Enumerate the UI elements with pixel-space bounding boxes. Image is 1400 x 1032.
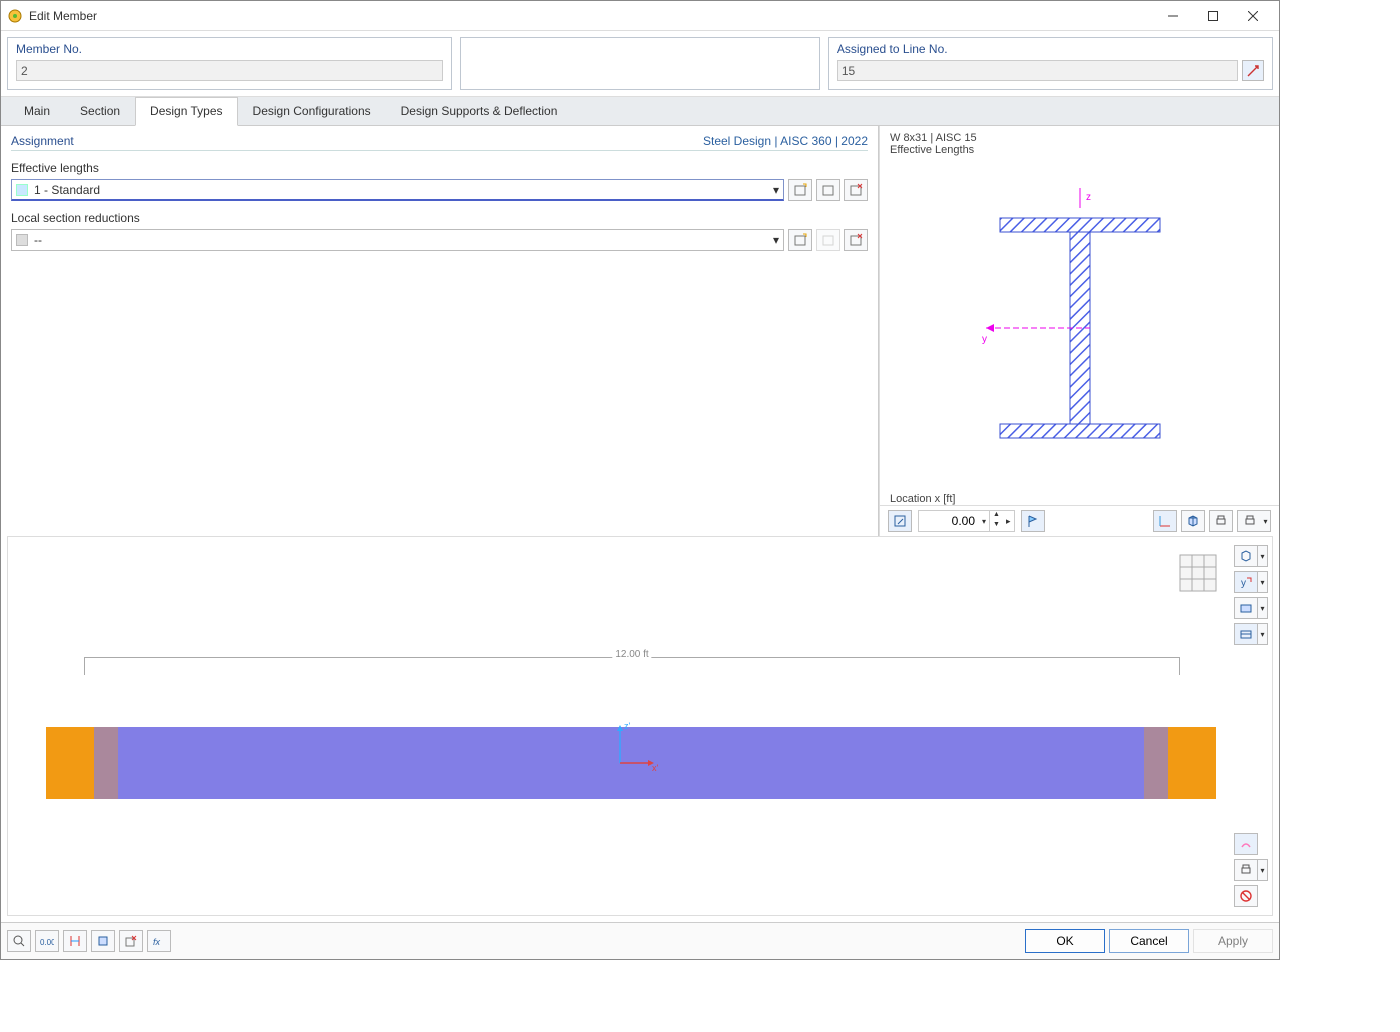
- local-section-edit-button: [816, 229, 840, 251]
- left-support-overlay: [94, 727, 122, 799]
- mv-tool-3-dd[interactable]: ▾: [1258, 597, 1268, 619]
- svg-text:x': x': [652, 763, 659, 773]
- eff-length-edit-button[interactable]: [816, 179, 840, 201]
- eff-length-swatch: [16, 184, 28, 196]
- right-support-overlay: [1140, 727, 1168, 799]
- tab-design-config[interactable]: Design Configurations: [238, 97, 386, 125]
- section-caption: Effective Lengths: [890, 144, 1269, 156]
- section-name: W 8x31 | AISC 15: [890, 132, 1269, 144]
- assignment-label: Assignment: [11, 134, 74, 148]
- local-section-value: --: [34, 233, 42, 247]
- location-pick-button[interactable]: [888, 510, 912, 532]
- minimize-button[interactable]: [1153, 2, 1193, 30]
- titlebar: Edit Member: [1, 1, 1279, 31]
- assigned-box: Assigned to Line No.: [828, 37, 1273, 90]
- right-panel: W 8x31 | AISC 15 Effective Lengths z y: [879, 126, 1279, 536]
- mv-bottom-reset[interactable]: [1234, 885, 1258, 907]
- header-fields: Member No. Assigned to Line No.: [1, 31, 1279, 97]
- assigned-label: Assigned to Line No.: [837, 42, 1264, 56]
- mv-tool-3[interactable]: [1234, 597, 1258, 619]
- member-no-label: Member No.: [16, 42, 443, 56]
- svg-text:fx: fx: [153, 937, 161, 947]
- window-title: Edit Member: [29, 9, 1153, 23]
- footer-tool-4[interactable]: [91, 930, 115, 952]
- location-flag-button[interactable]: [1021, 510, 1045, 532]
- footer-fx-button[interactable]: fx: [147, 930, 171, 952]
- eff-length-new-button[interactable]: [788, 179, 812, 201]
- maximize-button[interactable]: [1193, 2, 1233, 30]
- close-button[interactable]: [1233, 2, 1273, 30]
- left-panel: Assignment Steel Design | AISC 360 | 202…: [1, 126, 879, 536]
- svg-text:y: y: [1241, 578, 1246, 589]
- eff-length-combo[interactable]: 1 - Standard ▾: [11, 179, 784, 201]
- tab-bar: Main Section Design Types Design Configu…: [1, 97, 1279, 126]
- spin-up[interactable]: ▲: [989, 511, 1003, 521]
- preview-3d-button[interactable]: [1181, 510, 1205, 532]
- footer-tool-5[interactable]: [119, 930, 143, 952]
- local-section-swatch: [16, 234, 28, 246]
- chevron-down-icon: ▾: [773, 183, 779, 197]
- mv-tool-4-dd[interactable]: ▾: [1258, 623, 1268, 645]
- section-svg: z y: [940, 188, 1220, 468]
- footer: 0.00 fx OK Cancel Apply: [1, 922, 1279, 959]
- header-spacer-box: [460, 37, 820, 90]
- app-icon: [7, 8, 23, 24]
- mv-bottom-print[interactable]: [1234, 859, 1258, 881]
- footer-units-button[interactable]: 0.00: [35, 930, 59, 952]
- local-section-combo[interactable]: -- ▾: [11, 229, 784, 251]
- tab-main[interactable]: Main: [9, 97, 65, 125]
- chevron-down-icon: ▾: [773, 233, 779, 247]
- design-code-link[interactable]: Steel Design | AISC 360 | 2022: [703, 134, 868, 148]
- cancel-button[interactable]: Cancel: [1109, 929, 1189, 953]
- section-preview[interactable]: z y: [880, 162, 1279, 493]
- location-input[interactable]: [919, 514, 979, 528]
- local-section-delete-button[interactable]: [844, 229, 868, 251]
- pick-line-button[interactable]: [1242, 60, 1264, 81]
- footer-search-button[interactable]: [7, 930, 31, 952]
- eff-length-value: 1 - Standard: [34, 183, 100, 197]
- local-section-new-button[interactable]: [788, 229, 812, 251]
- location-spinner[interactable]: ▾ ▲▼ ▸: [918, 510, 1015, 532]
- mv-tool-1[interactable]: [1234, 545, 1258, 567]
- svg-text:0.00: 0.00: [40, 938, 54, 947]
- local-section-label: Local section reductions: [11, 211, 868, 225]
- mv-bottom-print-dd[interactable]: ▾: [1258, 859, 1268, 881]
- dimension-line: 12.00 ft: [84, 657, 1180, 675]
- mv-bottom-1[interactable]: [1234, 833, 1258, 855]
- svg-text:z': z': [624, 721, 631, 731]
- nav-cube[interactable]: [1174, 549, 1222, 597]
- member-view[interactable]: 12.00 ft z' x' ▾ y ▾ ▾ ▾: [7, 536, 1273, 916]
- eff-length-label: Effective lengths: [11, 161, 868, 175]
- spin-down[interactable]: ▼: [989, 521, 1003, 531]
- member-no-input[interactable]: [16, 60, 443, 81]
- tab-design-types[interactable]: Design Types: [135, 97, 238, 126]
- eff-length-delete-button[interactable]: [844, 179, 868, 201]
- footer-tool-3[interactable]: [63, 930, 87, 952]
- mv-tool-1-dd[interactable]: ▾: [1258, 545, 1268, 567]
- preview-print2-button[interactable]: [1237, 510, 1261, 532]
- svg-text:y: y: [982, 334, 987, 345]
- mv-tool-2[interactable]: y: [1234, 571, 1258, 593]
- preview-print2-dropdown[interactable]: ▾: [1261, 510, 1271, 532]
- local-axes: z' x': [600, 719, 660, 779]
- preview-print-button[interactable]: [1209, 510, 1233, 532]
- assigned-input[interactable]: [837, 60, 1238, 81]
- preview-axes-button[interactable]: [1153, 510, 1177, 532]
- ok-button[interactable]: OK: [1025, 929, 1105, 953]
- mv-tool-4[interactable]: [1234, 623, 1258, 645]
- dimension-label: 12.00 ft: [612, 649, 651, 660]
- location-label: Location x [ft]: [880, 493, 1279, 505]
- tab-supports[interactable]: Design Supports & Deflection: [386, 97, 573, 125]
- svg-text:z: z: [1086, 192, 1091, 203]
- member-no-box: Member No.: [7, 37, 452, 90]
- apply-button: Apply: [1193, 929, 1273, 953]
- tab-section[interactable]: Section: [65, 97, 135, 125]
- mv-tool-2-dd[interactable]: ▾: [1258, 571, 1268, 593]
